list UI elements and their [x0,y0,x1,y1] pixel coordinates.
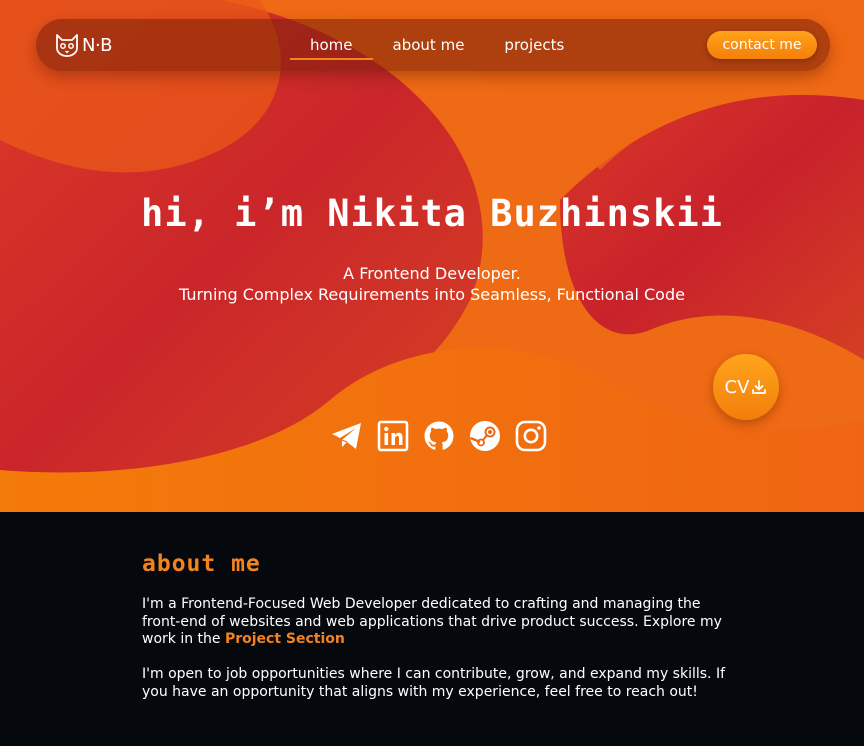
hero-subtitle-line1: A Frontend Developer. [343,264,521,283]
steam-icon [470,421,500,451]
hero-subtitle-line2: Turning Complex Requirements into Seamle… [179,285,685,304]
about-title: about me [142,551,261,577]
nav-link-projects[interactable]: projects [484,19,584,71]
navbar: N·B home about me projects contact me [36,19,830,71]
nav-link-about-me[interactable]: about me [373,19,485,71]
project-section-link[interactable]: Project Section [225,631,345,647]
instagram-link[interactable] [514,419,548,453]
hero-title: hi, i’m Nikita Buzhinskii [141,192,723,235]
github-icon [424,421,454,450]
about-section: about me I'm a Frontend-Focused Web Deve… [0,512,864,746]
telegram-link[interactable] [330,419,364,453]
nav-link-home[interactable]: home [290,19,373,71]
cv-download-button[interactable]: CV [713,354,779,420]
social-links [330,419,560,453]
instagram-icon [515,420,547,452]
logo-text: N·B [82,34,113,56]
about-paragraph-1: I'm a Frontend-Focused Web Developer ded… [142,596,732,649]
hero-subtitle: A Frontend Developer. Turning Complex Re… [0,263,864,305]
about-paragraph-2: I'm open to job opportunities where I ca… [142,666,725,700]
linkedin-icon [377,420,409,452]
telegram-icon [332,423,361,449]
logo[interactable]: N·B [54,31,113,59]
about-text: I'm a Frontend-Focused Web Developer ded… [142,596,732,719]
download-icon [752,380,767,394]
cat-logo-icon [56,34,78,57]
steam-link[interactable] [468,419,502,453]
cv-label: CV [724,376,750,398]
github-link[interactable] [422,419,456,453]
hero-section: N·B home about me projects contact me hi… [0,0,864,512]
nav-links: home about me projects [290,19,584,71]
contact-me-button[interactable]: contact me [707,31,817,59]
linkedin-link[interactable] [376,419,410,453]
